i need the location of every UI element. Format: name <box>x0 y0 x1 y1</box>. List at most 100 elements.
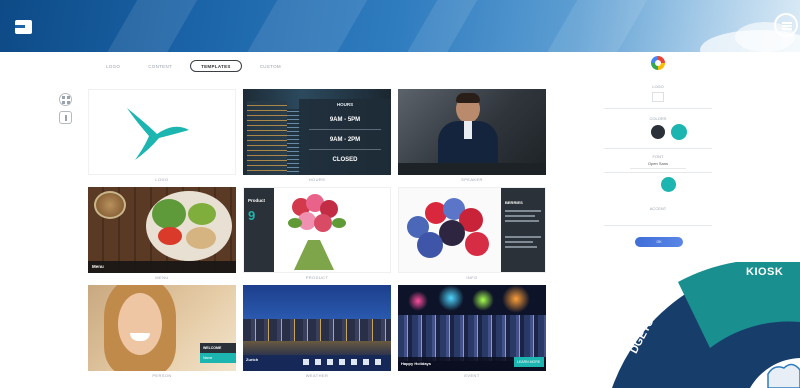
firework <box>472 289 494 311</box>
apply-button-label: OK <box>656 240 662 244</box>
teal-logo-graphic <box>127 108 189 160</box>
colors-label: COLORS <box>649 116 667 121</box>
person-badge-top: WELCOME <box>200 343 236 353</box>
tile-label: LOGO <box>155 177 169 182</box>
firework <box>502 285 530 313</box>
tomatoes <box>158 227 182 245</box>
hamburger-menu-icon[interactable] <box>774 13 798 37</box>
avocado <box>188 203 216 225</box>
menu-caption-bar: Menu <box>88 261 236 273</box>
hours-divider <box>309 129 381 130</box>
chicken <box>186 227 216 249</box>
learn-more-label: LEARN MORE <box>517 360 541 364</box>
template-tile-logo[interactable] <box>88 89 236 175</box>
blueberry <box>417 232 443 258</box>
template-tile-hours[interactable]: HOURS 9AM - 5PM 9AM - 2PM CLOSED <box>243 89 391 175</box>
color-swatch-primary[interactable] <box>651 125 665 139</box>
firework <box>408 291 428 311</box>
menu-caption: Menu <box>92 264 104 269</box>
logo-preview[interactable] <box>652 92 664 102</box>
hours-line: 9AM - 5PM <box>329 117 361 123</box>
flower-leaf <box>332 218 346 228</box>
product-sidebar: Product 9 <box>244 188 274 272</box>
hours-divider <box>309 149 381 150</box>
header-streak <box>391 0 489 52</box>
weather-bar: Zurich <box>243 355 391 371</box>
template-tile-weather[interactable]: Zurich <box>243 285 391 371</box>
grain-bowl <box>94 191 126 219</box>
info-text-line <box>505 236 541 238</box>
building-graphic <box>247 101 287 175</box>
info-icon[interactable] <box>59 111 72 124</box>
city-skyline <box>243 319 391 341</box>
flower-leaf <box>288 218 302 228</box>
event-caption: Happy Holidays <box>401 361 432 366</box>
panel-divider <box>604 172 712 173</box>
learn-more-button[interactable]: LEARN MORE <box>514 357 544 367</box>
tile-label: EVENT <box>464 373 480 378</box>
font-label: FONT <box>652 154 664 159</box>
tab-logo[interactable]: LOGO <box>96 60 130 72</box>
speaker-caption-bar <box>398 163 546 175</box>
salad-greens <box>152 199 186 229</box>
info-text-line <box>505 246 537 248</box>
header-streak <box>531 0 659 52</box>
info-text-line <box>505 241 533 243</box>
info-title: BERRIES <box>505 200 523 205</box>
color-swatch-secondary[interactable] <box>671 124 687 140</box>
template-tile-speaker[interactable] <box>398 89 546 175</box>
tab-custom[interactable]: CUSTOM <box>250 60 291 72</box>
product-number: 9 <box>248 208 256 223</box>
speaker-shirt <box>464 121 472 139</box>
info-panel: BERRIES <box>501 188 545 272</box>
hours-panel: HOURS 9AM - 5PM 9AM - 2PM CLOSED <box>299 99 391 175</box>
app-logo-icon[interactable] <box>14 17 34 37</box>
tile-label: WEATHER <box>305 373 329 378</box>
grid-icon[interactable] <box>59 93 72 106</box>
tile-label: SPEAKER <box>461 177 483 182</box>
template-tile-menu[interactable]: Menu <box>88 187 236 273</box>
accent-label: ACCENT <box>649 206 667 211</box>
blackberry <box>439 220 465 246</box>
tile-label: INFO <box>466 275 478 280</box>
color-wheel-icon[interactable] <box>651 56 665 70</box>
flower-red <box>314 214 332 232</box>
apply-button[interactable]: OK <box>635 237 683 247</box>
font-select[interactable]: Open Sans <box>630 161 686 169</box>
header-bar <box>0 0 800 52</box>
template-tile-info[interactable]: BERRIES <box>398 187 546 273</box>
weather-city: Zurich <box>246 357 259 362</box>
person-face <box>118 293 162 355</box>
header-streak <box>91 0 209 52</box>
header-streak <box>231 0 379 52</box>
tab-bar: LOGO CONTENT TEMPLATES CUSTOM <box>96 60 291 72</box>
tab-templates[interactable]: TEMPLATES <box>190 60 242 72</box>
template-tile-event[interactable]: Happy Holidays LEARN MORE <box>398 285 546 371</box>
bouquet-stems <box>294 240 334 270</box>
kiosk-wheel: KIOSK DGETS <box>600 262 800 388</box>
template-tile-product[interactable]: Product 9 <box>243 187 391 273</box>
hours-line: CLOSED <box>332 157 358 163</box>
person-badge-text: WELCOME <box>203 346 222 350</box>
product-title: Product <box>248 198 266 203</box>
person-badge-text: Name <box>203 356 213 360</box>
hours-line: 9AM - 2PM <box>329 137 361 143</box>
panel-divider <box>604 108 712 109</box>
hours-title: HOURS <box>336 102 354 107</box>
tile-label: MENU <box>155 275 169 280</box>
tab-content[interactable]: CONTENT <box>138 60 182 72</box>
info-text-line <box>505 210 541 212</box>
kiosk-wheel-graphic <box>612 262 800 388</box>
panel-divider <box>604 148 712 149</box>
logo-label: LOGO <box>652 84 664 89</box>
night-skyline <box>398 315 546 361</box>
accent-color-swatch[interactable] <box>661 177 676 192</box>
weather-forecast-icons <box>303 359 387 365</box>
speaker-hair <box>456 93 480 103</box>
info-text-line <box>505 215 535 217</box>
app-root: LOGO CONTENT TEMPLATES CUSTOM LOGO HOURS… <box>0 0 800 388</box>
person-badge-bottom: Name <box>200 353 236 363</box>
template-tile-person[interactable]: WELCOME Name <box>88 285 236 371</box>
kiosk-label[interactable]: KIOSK <box>746 266 783 278</box>
info-text-line <box>505 220 539 222</box>
